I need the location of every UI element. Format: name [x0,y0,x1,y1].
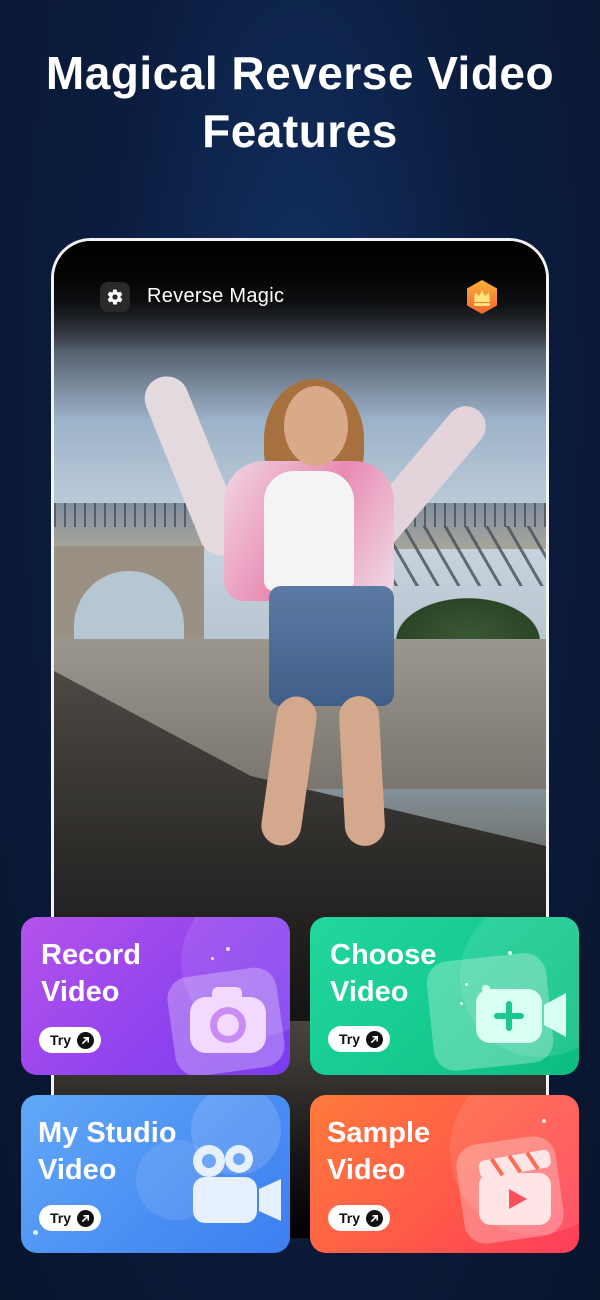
sample-video-title: Sample Video [327,1115,430,1189]
left-leg [258,693,320,849]
arrow-up-right-icon [366,1209,384,1227]
app-top-bar: Reverse Magic [54,241,546,351]
background-photo [54,241,546,1238]
arrow-up-right-icon [366,1030,384,1048]
record-video-card[interactable]: Record Video Try [21,917,290,1075]
shorts [269,586,394,706]
try-label: Try [50,1210,72,1226]
camera-icon [190,987,266,1053]
choose-video-card[interactable]: Choose Video Try [310,917,579,1075]
choose-video-title: Choose Video [330,937,436,1011]
title-line-2: Video [41,976,120,1008]
title-line-2: Video [38,1154,117,1186]
my-studio-video-title: My Studio Video [38,1115,177,1189]
sample-video-try-button[interactable]: Try [328,1205,390,1231]
right-leg [338,695,386,847]
phone-frame: Reverse Magic [51,238,549,1238]
title-line-1: My Studio [38,1117,177,1149]
arrow-up-right-icon [77,1031,95,1049]
gear-icon [107,289,123,305]
headline: Magical Reverse Video Features [0,44,600,160]
premium-button[interactable] [464,279,500,315]
try-label: Try [50,1032,72,1048]
choose-video-try-button[interactable]: Try [328,1026,390,1052]
title-line-1: Sample [327,1117,431,1149]
dancing-woman [138,301,494,901]
sparkle [226,947,230,951]
record-video-try-button[interactable]: Try [39,1027,101,1053]
shirt [264,471,354,591]
sparkle [33,1230,38,1235]
title-line-1: Choose [330,939,437,971]
headline-line-2: Features [202,105,398,157]
my-studio-video-card[interactable]: My Studio Video Try [21,1095,290,1253]
try-label: Try [339,1031,361,1047]
video-add-icon [476,985,566,1043]
title-line-1: Record [41,939,141,971]
app-title: Reverse Magic [147,285,285,307]
try-label: Try [339,1210,361,1226]
title-line-2: Video [330,976,409,1008]
record-video-title: Record Video [41,937,141,1011]
headline-line-1: Magical Reverse Video [45,47,555,99]
sample-video-card[interactable]: Sample Video Try [310,1095,579,1253]
clapper-play-icon [478,1149,551,1225]
film-camera-icon [193,1145,281,1223]
sparkle [542,1119,546,1123]
arrow-up-right-icon [77,1209,95,1227]
my-studio-video-try-button[interactable]: Try [39,1205,101,1231]
settings-button[interactable] [100,282,130,312]
face [284,386,348,466]
sparkle [211,957,214,960]
crown-icon [467,280,497,314]
title-line-2: Video [327,1154,406,1186]
